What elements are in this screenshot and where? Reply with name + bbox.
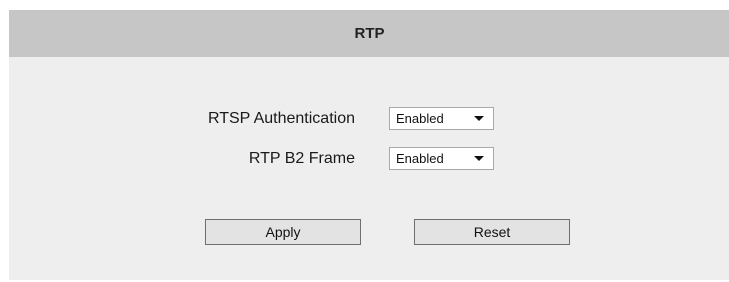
rtsp-authentication-value: Enabled (396, 111, 444, 126)
apply-button[interactable]: Apply (205, 219, 361, 245)
rtp-b2-frame-select[interactable]: Enabled (389, 147, 494, 170)
rtsp-authentication-select[interactable]: Enabled (389, 107, 494, 130)
rtp-b2-frame-label: RTP B2 Frame (248, 150, 355, 167)
rtp-b2-frame-row: RTP B2 Frame Enabled (9, 146, 729, 172)
chevron-down-icon (474, 156, 484, 161)
rtsp-authentication-label: RTSP Authentication (207, 110, 355, 127)
rtsp-authentication-row: RTSP Authentication Enabled (9, 106, 729, 132)
panel-title: RTP (9, 10, 729, 57)
rtp-panel: RTP RTSP Authentication Enabled RTP B2 F… (9, 10, 729, 280)
chevron-down-icon (474, 116, 484, 121)
rtp-b2-frame-value: Enabled (396, 151, 444, 166)
reset-button[interactable]: Reset (414, 219, 570, 245)
